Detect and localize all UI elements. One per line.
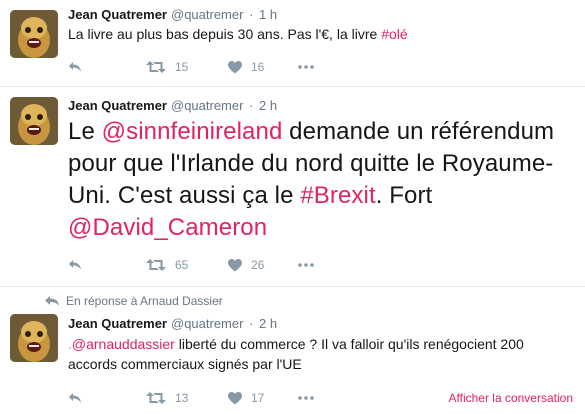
- retweet-button[interactable]: 13: [146, 391, 228, 405]
- like-button[interactable]: 26: [228, 258, 298, 272]
- reply-button[interactable]: [68, 259, 146, 271]
- timestamp[interactable]: 2 h: [259, 98, 277, 113]
- tweet[interactable]: Jean Quatremer @quatremer · 1 h La livre …: [0, 0, 585, 87]
- avatar[interactable]: [10, 97, 58, 145]
- separator: ·: [249, 316, 254, 331]
- tweet-text-part: . Fort: [375, 182, 433, 209]
- timestamp[interactable]: 1 h: [259, 7, 277, 22]
- like-count: 16: [251, 60, 265, 74]
- more-icon: [298, 263, 314, 267]
- more-icon: [298, 396, 314, 400]
- tweet-text: Le @sinnfeinireland demande un référendu…: [68, 116, 573, 244]
- tweet-header: Jean Quatremer @quatremer · 2 h: [68, 98, 277, 113]
- like-count: 17: [251, 391, 265, 405]
- hashtag-link[interactable]: #Brexit: [300, 182, 375, 209]
- heart-icon: [228, 258, 242, 271]
- retweet-icon: [146, 259, 166, 271]
- reply-icon: [69, 260, 81, 270]
- reply-context[interactable]: En réponse à Arnaud Dassier: [44, 294, 223, 308]
- more-icon: [298, 65, 314, 69]
- tweet-text-part: Le: [68, 118, 102, 145]
- like-button[interactable]: 17: [228, 391, 298, 405]
- retweet-button[interactable]: 15: [146, 60, 228, 74]
- author-handle[interactable]: @quatremer: [171, 7, 243, 22]
- author-handle[interactable]: @quatremer: [171, 98, 243, 113]
- tweet-actions: 65 26: [68, 255, 328, 275]
- retweet-button[interactable]: 65: [146, 258, 228, 272]
- reply-icon: [69, 393, 81, 403]
- mention-link[interactable]: @sinnfeinireland: [102, 118, 283, 145]
- more-button[interactable]: [298, 65, 328, 69]
- reply-context-icon: [45, 296, 59, 306]
- tweet-actions: 15 16: [68, 57, 328, 77]
- reply-button[interactable]: [68, 392, 146, 404]
- more-button[interactable]: [298, 396, 328, 400]
- avatar[interactable]: [10, 10, 58, 58]
- hashtag-link[interactable]: #olé: [381, 26, 407, 42]
- mention-link[interactable]: @David_Cameron: [68, 214, 267, 241]
- tweet-actions: 13 17: [68, 388, 328, 408]
- heart-icon: [228, 391, 242, 404]
- tweet-header: Jean Quatremer @quatremer · 2 h: [68, 316, 277, 331]
- author-name[interactable]: Jean Quatremer: [68, 98, 167, 113]
- retweet-count: 65: [175, 258, 189, 272]
- retweet-count: 13: [175, 391, 189, 405]
- timestamp[interactable]: 2 h: [259, 316, 277, 331]
- tweet-text: La livre au plus bas depuis 30 ans. Pas …: [68, 25, 408, 43]
- reply-context-text: En réponse à Arnaud Dassier: [66, 294, 223, 308]
- heart-icon: [228, 60, 242, 73]
- more-button[interactable]: [298, 263, 328, 267]
- tweet-feed: Jean Quatremer @quatremer · 1 h La livre …: [0, 0, 585, 414]
- avatar[interactable]: [10, 314, 58, 362]
- show-conversation-link[interactable]: Afficher la conversation: [448, 391, 573, 405]
- mention-link[interactable]: @arnauddassier: [72, 336, 175, 352]
- retweet-icon: [146, 61, 166, 73]
- tweet-header: Jean Quatremer @quatremer · 1 h: [68, 7, 277, 22]
- retweet-count: 15: [175, 60, 189, 74]
- retweet-icon: [146, 392, 166, 404]
- tweet-text: .@arnauddassier liberté du commerce ? Il…: [68, 334, 573, 374]
- tweet-text-body: La livre au plus bas depuis 30 ans. Pas …: [68, 26, 382, 42]
- reply-icon: [69, 62, 81, 72]
- like-count: 26: [251, 258, 265, 272]
- tweet[interactable]: En réponse à Arnaud Dassier Jean Quatrem…: [0, 287, 585, 414]
- author-name[interactable]: Jean Quatremer: [68, 7, 167, 22]
- reply-button[interactable]: [68, 61, 146, 73]
- author-handle[interactable]: @quatremer: [171, 316, 243, 331]
- tweet[interactable]: Jean Quatremer @quatremer · 2 h Le @sinnf…: [0, 87, 585, 287]
- separator: ·: [249, 98, 254, 113]
- author-name[interactable]: Jean Quatremer: [68, 316, 167, 331]
- separator: ·: [249, 7, 254, 22]
- like-button[interactable]: 16: [228, 60, 298, 74]
